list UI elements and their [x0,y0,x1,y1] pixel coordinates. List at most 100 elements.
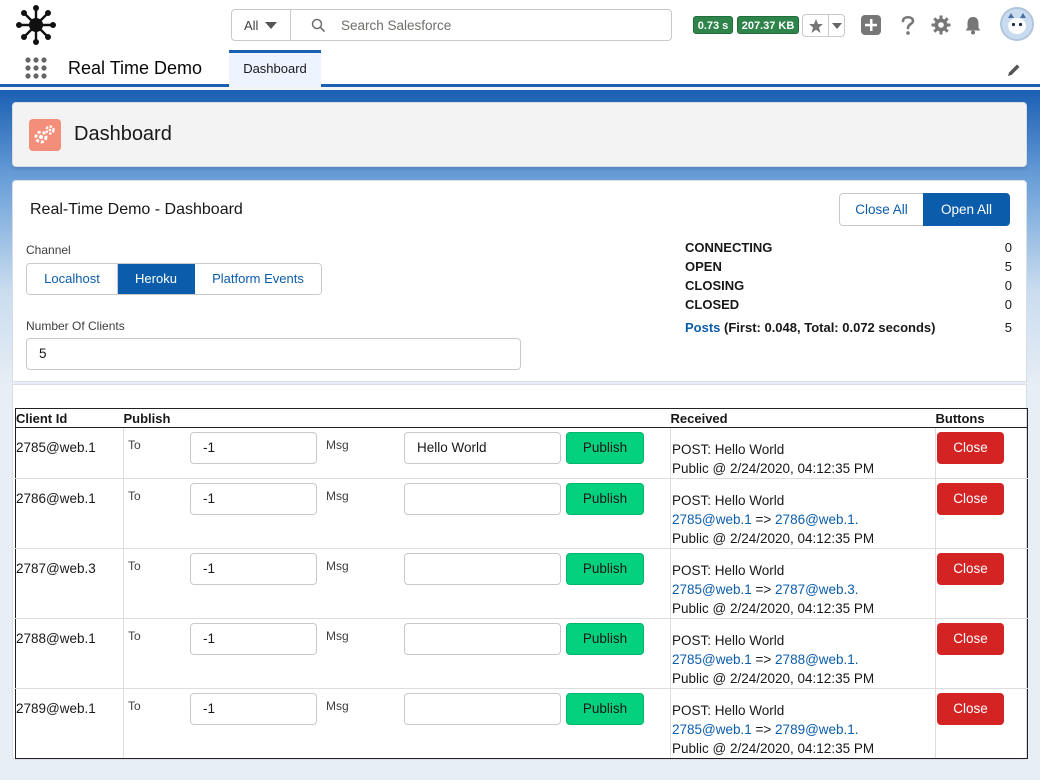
global-search: All Search Salesforce [231,9,672,41]
publish-button[interactable]: Publish [566,553,644,585]
close-button[interactable]: Close [937,432,1004,464]
help-button[interactable] [896,13,920,37]
msg-label: Msg [326,629,349,643]
table-row: 2785@web.1 To -1 Msg Hello World Publish… [15,427,1028,479]
stat-value: 0 [1004,278,1012,293]
route-arrow: => [751,722,776,737]
clients-label: Number Of Clients [26,319,125,333]
msg-input[interactable]: Hello World [404,432,561,464]
to-input[interactable]: -1 [190,623,317,655]
open-all-button[interactable]: Open All [923,193,1010,226]
received-public: Public @ 2/24/2020, 04:12:35 PM [672,671,875,686]
to-label: To [128,699,141,713]
close-all-button[interactable]: Close All [839,193,924,226]
msg-label: Msg [326,438,349,452]
received-route: 2785@web.1 => 2786@web.1. [672,510,935,529]
number-of-clients-input[interactable]: 5 [26,338,521,370]
buttons-cell: Close [935,478,1028,549]
app-launcher-icon[interactable] [24,56,48,80]
to-label: To [128,489,141,503]
received-cell: POST: Hello World 2785@web.1 => 2787@web… [670,548,936,619]
search-input[interactable]: Search Salesforce [291,10,671,40]
close-button[interactable]: Close [937,693,1004,725]
chevron-down-icon [265,21,278,29]
publish-cell: To -1 Msg Publish [123,688,671,759]
channel-option-platform-events[interactable]: Platform Events [195,264,321,294]
channel-option-heroku[interactable]: Heroku [118,264,195,294]
msg-input[interactable] [404,483,561,515]
recipient-link[interactable]: 2789@web.1. [775,722,859,737]
search-scope-dropdown[interactable]: All [232,10,291,40]
msg-input[interactable] [404,693,561,725]
page-header: Dashboard [12,102,1027,167]
sender-link[interactable]: 2785@web.1 [672,722,752,737]
received-post: POST: Hello World [672,563,785,578]
received-route: 2785@web.1 => 2789@web.1. [672,720,935,739]
tab-dashboard[interactable]: Dashboard [229,50,321,87]
to-input[interactable]: -1 [190,553,317,585]
connection-stats: CONNECTING 0 OPEN 5 CLOSING 0 CLOSED 0 P… [685,238,1012,335]
msg-input[interactable] [404,553,561,585]
channel-selector: Localhost Heroku Platform Events [26,263,322,295]
to-input[interactable]: -1 [190,693,317,725]
received-post: POST: Hello World [672,633,785,648]
publish-cell: To -1 Msg Publish [123,548,671,619]
client-id-cell: 2789@web.1 [15,688,124,759]
recipient-link[interactable]: 2787@web.3. [775,582,859,597]
notifications-button[interactable] [961,13,985,37]
close-button[interactable]: Close [937,483,1004,515]
stat-row: CLOSED 0 [685,295,1012,314]
publish-cell: To -1 Msg Publish [123,478,671,549]
publish-cell: To -1 Msg Publish [123,618,671,689]
app-logo-icon[interactable] [14,3,58,47]
perf-time-badge: 0.73 s [693,16,733,34]
msg-input[interactable] [404,623,561,655]
edit-nav-pencil-icon[interactable] [1006,62,1022,78]
table-row: 2788@web.1 To -1 Msg Publish POST: Hello… [15,618,1028,689]
column-header-buttons: Buttons [935,408,1028,428]
setup-button[interactable] [929,13,953,37]
client-id-cell: 2785@web.1 [15,427,124,479]
publish-button[interactable]: Publish [566,483,644,515]
clients-table-card: Client Id Publish Received Buttons 2785@… [12,384,1028,760]
received-post: POST: Hello World [672,703,785,718]
to-input[interactable]: -1 [190,483,317,515]
posts-link[interactable]: Posts [685,320,720,335]
received-public: Public @ 2/24/2020, 04:12:35 PM [672,741,875,756]
favorites-dropdown-button[interactable] [829,15,844,36]
to-input[interactable]: -1 [190,432,317,464]
stat-value: 0 [1004,297,1012,312]
recipient-link[interactable]: 2788@web.1. [775,652,859,667]
chevron-down-icon [831,22,842,29]
sender-link[interactable]: 2785@web.1 [672,512,752,527]
buttons-cell: Close [935,548,1028,619]
channel-option-localhost[interactable]: Localhost [27,264,118,294]
received-route: 2785@web.1 => 2788@web.1. [672,650,935,669]
add-icon [861,15,881,35]
sender-link[interactable]: 2785@web.1 [672,582,752,597]
recipient-link[interactable]: 2786@web.1. [775,512,859,527]
route-arrow: => [751,512,776,527]
posts-value: 5 [1004,320,1012,335]
stat-label: CLOSED [685,297,740,312]
favorites-control [802,14,845,37]
received-public: Public @ 2/24/2020, 04:12:35 PM [672,601,875,616]
msg-label: Msg [326,559,349,573]
stat-row: CLOSING 0 [685,276,1012,295]
publish-button[interactable]: Publish [566,432,644,464]
received-public: Public @ 2/24/2020, 04:12:35 PM [672,531,875,546]
to-label: To [128,559,141,573]
msg-label: Msg [326,489,349,503]
global-actions-button[interactable] [859,13,883,37]
publish-button[interactable]: Publish [566,693,644,725]
publish-button[interactable]: Publish [566,623,644,655]
avatar[interactable] [1000,7,1034,41]
publish-cell: To -1 Msg Hello World Publish [123,427,671,479]
received-cell: POST: Hello World 2785@web.1 => 2786@web… [670,478,936,549]
close-button[interactable]: Close [937,553,1004,585]
sender-link[interactable]: 2785@web.1 [672,652,752,667]
page-title: Dashboard [74,123,172,145]
column-header-client-id: Client Id [15,408,124,428]
favorites-star-button[interactable] [803,15,829,36]
close-button[interactable]: Close [937,623,1004,655]
